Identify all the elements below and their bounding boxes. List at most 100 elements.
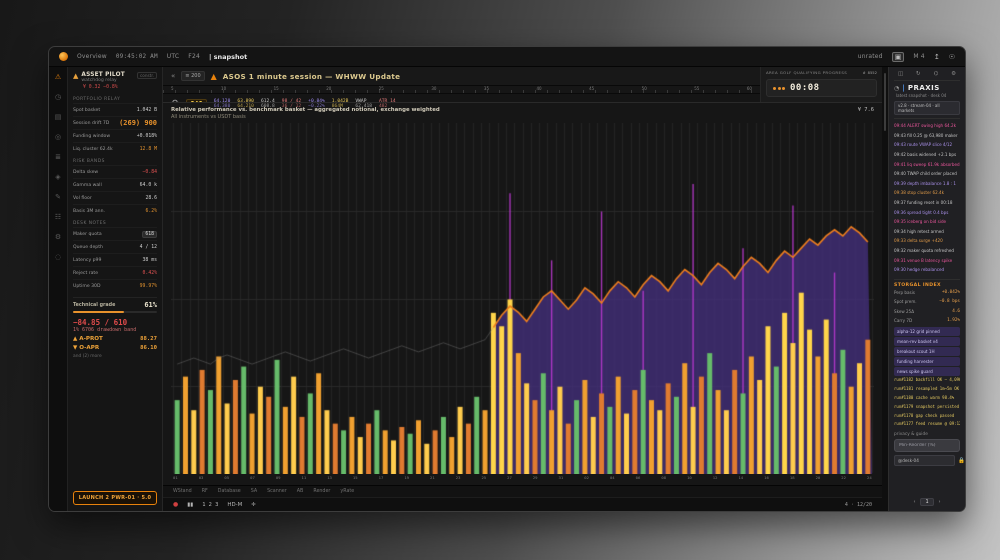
playback-controls: ● ▮▮ 1 2 3 HD-M ✛ 4 · 12/20 <box>163 497 882 511</box>
x-tick-label: 21 <box>430 475 435 483</box>
rail-tool-icon[interactable]: ✎ <box>55 194 61 201</box>
row-label: Liq. cluster 62.4k <box>73 147 113 152</box>
status-item[interactable]: RF <box>202 489 208 494</box>
watchlist-row[interactable]: Vol floor28.6 <box>73 191 157 204</box>
workspace-badge[interactable]: M 4 <box>913 53 925 60</box>
warning-icon[interactable]: ⚠ <box>55 74 61 81</box>
sidebar-tool-icon[interactable]: ↻ <box>916 71 921 77</box>
status-item[interactable]: Render <box>313 489 330 494</box>
interval-tab[interactable]: ≡ 200 <box>181 71 204 81</box>
indicator-chip: VWAP62,418 <box>355 99 372 110</box>
next-page-button[interactable]: › <box>939 499 941 505</box>
add-icon[interactable]: ✛ <box>251 502 256 508</box>
brand-logo-icon <box>59 52 68 61</box>
more-link[interactable]: and (2) more <box>73 354 157 359</box>
watchlist-row[interactable]: Gamma wall64.0 k <box>73 178 157 191</box>
menu-item-f24[interactable]: F24 <box>188 53 200 60</box>
watchlist-row[interactable]: Queue depth4 / 12 <box>73 240 157 253</box>
step-buttons[interactable]: 1 2 3 <box>202 502 218 508</box>
status-item[interactable]: Database <box>218 489 241 494</box>
status-item[interactable]: WStand <box>173 489 192 494</box>
status-item[interactable]: Scanner <box>267 489 287 494</box>
watchlist-section-header: DESK NOTES <box>73 221 157 226</box>
scrollbar-thumb[interactable] <box>884 73 887 131</box>
watchlist-row[interactable]: Session drift 7D(269) 900 <box>73 116 157 129</box>
strategy-pill[interactable]: mean-rev basket v4 <box>894 337 960 346</box>
row-label: Maker quota <box>73 232 102 237</box>
watchlist-row[interactable]: Maker quota618 <box>73 227 157 240</box>
indicator-chip: ATR 14482 <box>379 99 396 110</box>
camera-icon[interactable]: ▣ <box>892 52 905 62</box>
menu-item-utc[interactable]: UTC <box>167 53 180 60</box>
status-item[interactable]: yRate <box>340 489 354 494</box>
sidebar-tool-icon[interactable]: ◫ <box>898 71 903 77</box>
volume-chart[interactable] <box>171 123 874 474</box>
watchlist-section-header: PORTFOLIO RELAY <box>73 97 157 102</box>
watchlist-row[interactable]: Liq. cluster 62.4k12.8 M <box>73 142 157 155</box>
watchlist-row[interactable]: Funding window+0.018% <box>73 129 157 142</box>
rail-tool-icon[interactable]: ≣ <box>55 154 61 161</box>
signal-row[interactable]: ▲ A-PROT88.27 <box>73 336 157 342</box>
sidebar-tool-icon[interactable]: ⌬ <box>933 71 938 77</box>
clock-readout: 09:45:02 AM <box>116 53 158 60</box>
warning-icon: ▲ <box>73 72 78 80</box>
rail-tool-icon[interactable]: ⚙ <box>55 234 61 241</box>
signal-row[interactable]: ▼ O-APR86.10 <box>73 345 157 351</box>
watchlist-row[interactable]: Delta skew−0.84 <box>73 165 157 178</box>
username-field[interactable] <box>894 455 955 466</box>
watchlist-row[interactable]: Basis 3M ann.6.2% <box>73 204 157 217</box>
strategy-pill[interactable]: alpha-12 grid pinned <box>894 327 960 336</box>
watchlist-row[interactable]: Latency p9938 ms <box>73 253 157 266</box>
feed-row: 09:43 fill 0.25 @ 63,980 maker <box>894 131 960 141</box>
strategy-pill[interactable]: breakout scout 1H <box>894 347 960 356</box>
menu-item-snapshot[interactable]: | snapshot <box>209 53 247 61</box>
log-row: run#1180 cache warm 98.4% <box>894 393 960 402</box>
watchlist-row[interactable]: Uptime 30D99.97% <box>73 279 157 292</box>
strategy-pill[interactable]: funding harvester <box>894 357 960 366</box>
x-tick-label: 22 <box>841 475 846 483</box>
feed-row: 09:38 stop cluster 62.4k <box>894 188 960 198</box>
feed-row: 09:40 TWAP child order placed <box>894 169 960 179</box>
row-value: 28.6 <box>145 196 157 201</box>
pause-icon[interactable]: ▮▮ <box>187 502 193 508</box>
rail-tool-icon[interactable]: ◎ <box>55 134 61 141</box>
x-tick-label: 15 <box>353 475 358 483</box>
rail-tool-icon[interactable]: ▤ <box>55 114 62 121</box>
reorder-input[interactable] <box>894 439 960 452</box>
share-icon[interactable]: ↥ <box>934 53 940 61</box>
log-row: run#1179 snapshot persisted <box>894 402 960 411</box>
panel-caption: AREA GOLF QUALIFYING PROGRESS <box>766 70 847 75</box>
mode-toggle[interactable]: HD-M <box>227 502 242 508</box>
rail-tool-icon[interactable]: ◈ <box>55 174 60 181</box>
x-tick-label: 17 <box>379 475 384 483</box>
indicator-chip: +0.84%−0.22% <box>308 99 325 110</box>
back-chevron-icon[interactable]: « <box>171 72 175 80</box>
rail-tool-icon[interactable]: ☷ <box>55 214 61 221</box>
version-chip[interactable]: v2.8 · stream-04 · all markets <box>894 101 960 115</box>
time-ruler[interactable]: 51015202530354045505560 <box>163 86 760 94</box>
ruler-tick-label: 15 <box>274 86 279 91</box>
indicator-chip: 612.4608.8 <box>261 99 275 110</box>
ruler-tick-label: 25 <box>379 86 384 91</box>
rail-tool-icon[interactable]: ◌ <box>55 254 61 261</box>
grade-label: Technical grade <box>73 303 115 308</box>
status-item[interactable]: SA <box>251 489 257 494</box>
x-tick-label: 23 <box>456 475 461 483</box>
prev-page-button[interactable]: ‹ <box>913 499 915 505</box>
ruler-tick-label: 60 <box>747 86 752 91</box>
menu-item-overview[interactable]: Overview <box>77 53 107 60</box>
watchlist-row[interactable]: Reject rate0.42% <box>73 266 157 279</box>
sidebar-header: ◔ | PRAXIS <box>894 80 960 92</box>
volume-panel-subtitle: All instruments vs USDT basis <box>171 114 440 120</box>
rail-tool-icon[interactable]: ◷ <box>55 94 61 101</box>
launch-button[interactable]: LAUNCH 2 PWR-01 · 5.0 <box>73 491 157 505</box>
watchlist-row[interactable]: Spot basket1.042 B <box>73 103 157 116</box>
globe-icon[interactable]: ☉ <box>949 53 955 61</box>
feed-row: 09:33 delta surge +420 <box>894 236 960 246</box>
strategy-pill[interactable]: news spike guard <box>894 367 960 376</box>
status-item[interactable]: AB <box>297 489 304 494</box>
status-bar: WStand RF Database SA Scanner AB Render yRate <box>163 485 882 497</box>
sidebar-tool-icon[interactable]: ⚙ <box>951 71 956 77</box>
record-icon[interactable]: ● <box>173 501 178 508</box>
clock-value: 00:08 <box>790 83 820 93</box>
